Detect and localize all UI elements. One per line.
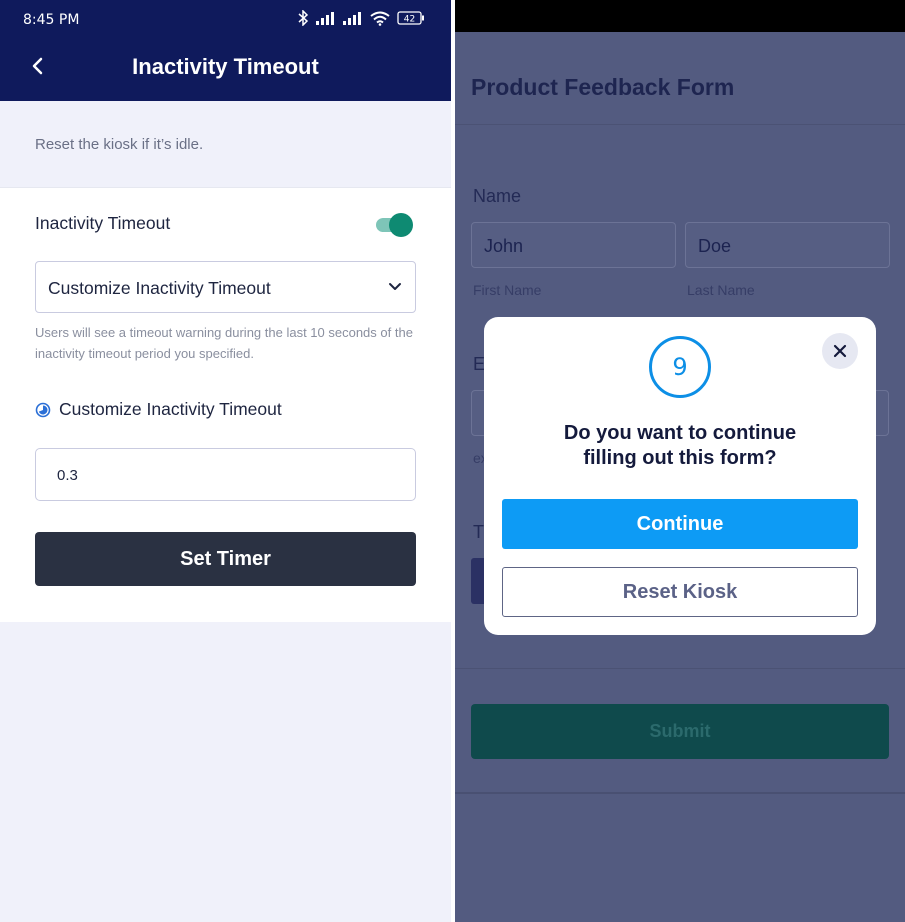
page-subtitle: Reset the kiosk if it’s idle.: [35, 136, 204, 153]
close-button[interactable]: [822, 333, 858, 369]
page-title: Inactivity Timeout: [132, 54, 319, 79]
first-name-input[interactable]: John: [471, 222, 676, 268]
set-timer-button[interactable]: Set Timer: [35, 532, 416, 586]
dialog-question: Do you want to continue filling out this…: [484, 421, 876, 471]
form-title: Product Feedback Form: [471, 74, 735, 100]
last-name-input[interactable]: Doe: [685, 222, 890, 268]
battery-level: 42: [404, 15, 415, 25]
customize-radio[interactable]: Customize Inactivity Timeout: [35, 399, 282, 420]
radio-selected-icon[interactable]: [35, 402, 51, 418]
status-icons: 42: [298, 10, 425, 26]
countdown-timer: 9: [649, 336, 711, 398]
inactivity-toggle-label: Inactivity Timeout: [35, 213, 171, 233]
timeout-help-text: Users will see a timeout warning during …: [35, 325, 413, 361]
name-label: Name: [473, 186, 522, 206]
chevron-down-icon: [389, 283, 401, 290]
timeout-value: 0.3: [57, 467, 78, 484]
app-header: 8:45 PM 42 Inactivity Timeout: [0, 0, 451, 101]
battery-icon: 42: [397, 11, 424, 25]
timeout-select-value: Customize Inactivity Timeout: [48, 278, 271, 298]
divider: [455, 668, 905, 669]
toggle-knob: [389, 213, 413, 237]
last-name-value: Doe: [698, 236, 732, 256]
timeout-value-input[interactable]: 0.3: [35, 448, 416, 501]
status-bar: [455, 0, 905, 32]
divider: [455, 124, 905, 125]
close-icon[interactable]: [833, 344, 847, 358]
reset-kiosk-button[interactable]: Reset Kiosk: [502, 567, 858, 617]
status-time: 8:45 PM: [23, 12, 80, 28]
kiosk-form-screen: Product Feedback Form Name John Doe Firs…: [455, 0, 905, 922]
first-name-caption: First Name: [473, 282, 542, 298]
dialog-question-line1: Do you want to continue: [563, 422, 797, 444]
signal-icon: [316, 12, 334, 25]
field-label: T: [473, 522, 484, 542]
last-name-caption: Last Name: [687, 282, 755, 298]
submit-button[interactable]: Submit: [471, 704, 889, 759]
signal-icon-2: [343, 12, 361, 25]
first-name-value: John: [484, 236, 524, 256]
continue-button[interactable]: Continue: [502, 499, 858, 549]
bluetooth-icon: [298, 10, 309, 26]
inactivity-toggle[interactable]: [374, 213, 414, 237]
customize-radio-label: Customize Inactivity Timeout: [59, 399, 282, 419]
settings-screen: 8:45 PM 42 Inactivity Timeout Reset the …: [0, 0, 451, 922]
continue-dialog: 9 Do you want to continue filling out th…: [484, 317, 876, 635]
dialog-question-line2: filling out this form?: [583, 447, 777, 469]
divider: [455, 792, 905, 794]
timeout-select[interactable]: Customize Inactivity Timeout: [35, 261, 416, 313]
wifi-icon: [370, 11, 390, 26]
